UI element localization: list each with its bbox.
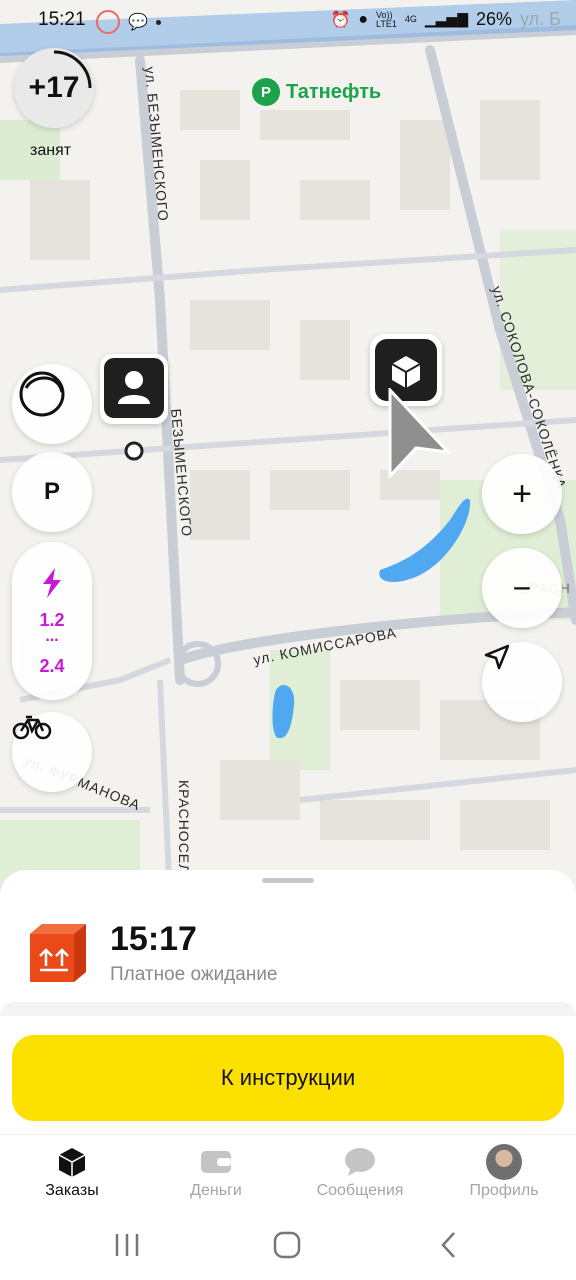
tab-label: Сообщения	[316, 1182, 404, 1199]
orders-box-icon	[58, 1148, 86, 1177]
sheet-handle[interactable]	[262, 878, 314, 883]
bike-mode-button[interactable]	[12, 712, 92, 792]
surge-dots: ...	[45, 628, 59, 645]
tab-label: Деньги	[190, 1182, 242, 1199]
chat-notification-icon: 💬	[128, 14, 148, 31]
location-status-icon: ●	[358, 10, 369, 28]
recent-apps-icon[interactable]	[112, 1230, 142, 1260]
plus-icon: +	[512, 474, 532, 513]
alarm-icon: ⏰	[330, 11, 351, 29]
avatar	[486, 1144, 522, 1180]
battery-level: 26%	[475, 9, 512, 29]
surge-max: 2.4	[39, 656, 65, 676]
tab-label: Заказы	[45, 1182, 99, 1199]
order-sheet: 15:17 Платное ожидание К инструкции Зака…	[0, 870, 576, 1280]
street-label: КРАСНОСЕЛ	[176, 780, 192, 875]
poi-label: Татнефть	[286, 80, 382, 103]
poi-tatneft[interactable]: P Татнефть	[252, 78, 381, 106]
tab-label: Профиль	[469, 1182, 539, 1199]
my-location-button[interactable]	[482, 642, 562, 722]
order-time: 15:17	[110, 920, 197, 958]
map-view[interactable]: ул. БЕЗЫМЕНСКОГО БЕЗЫМЕНСКОГО ул. СОКОЛО…	[0, 0, 576, 900]
ring-icon	[19, 371, 65, 417]
order-status: Платное ожидание	[110, 964, 278, 985]
queue-status: занят	[30, 142, 72, 159]
signal-icon: ▁▃▅▇	[424, 11, 468, 27]
sheet-divider	[0, 1002, 576, 1016]
wallet-icon	[201, 1151, 231, 1173]
ring-mode-button[interactable]	[12, 364, 92, 444]
person-icon	[118, 371, 150, 404]
tatneft-icon: P	[252, 78, 280, 106]
more-notifications-dot	[155, 19, 161, 25]
zoom-in-button[interactable]: +	[482, 454, 562, 534]
lte-label: LTE1	[376, 18, 397, 29]
pickup-marker[interactable]	[100, 354, 168, 424]
surge-button[interactable]: 1.2 ... 2.4	[12, 542, 92, 700]
navigation-arrow-icon	[388, 388, 452, 478]
status-bar: 15:21 💬 ⏰ ● Vo)) LTE1 4G ▁▃▅▇ 26% ул. Бе…	[0, 0, 576, 40]
zoom-out-button[interactable]: −	[482, 548, 562, 628]
queue-count: +17	[28, 71, 80, 104]
bicycle-icon	[12, 715, 52, 740]
home-icon[interactable]	[272, 1230, 302, 1260]
system-navigation-bar	[0, 1214, 576, 1280]
status-time: 15:21	[38, 9, 86, 30]
back-icon[interactable]	[434, 1230, 464, 1260]
parking-icon: P	[43, 478, 60, 505]
queue-button[interactable]: +17	[14, 48, 94, 128]
chat-bubble-icon	[345, 1148, 375, 1176]
parking-button[interactable]: P	[12, 452, 92, 532]
instructions-button[interactable]: К инструкции	[12, 1035, 564, 1121]
tab-profile[interactable]: Профиль	[432, 1135, 576, 1215]
tab-money[interactable]: Деньги	[144, 1135, 288, 1215]
lightning-icon	[43, 568, 61, 598]
order-box-icon	[22, 916, 94, 988]
location-arrow-icon	[484, 644, 510, 670]
tab-orders[interactable]: Заказы	[0, 1135, 144, 1215]
tab-messages[interactable]: Сообщения	[288, 1135, 432, 1215]
bottom-tab-bar: Заказы Деньги Сообщения Профиль	[0, 1134, 576, 1214]
minus-icon: −	[512, 569, 532, 606]
clipped-street-label: ул. Безымы	[520, 9, 560, 29]
app-notification-icon	[96, 10, 120, 34]
network-label: 4G	[404, 14, 417, 24]
